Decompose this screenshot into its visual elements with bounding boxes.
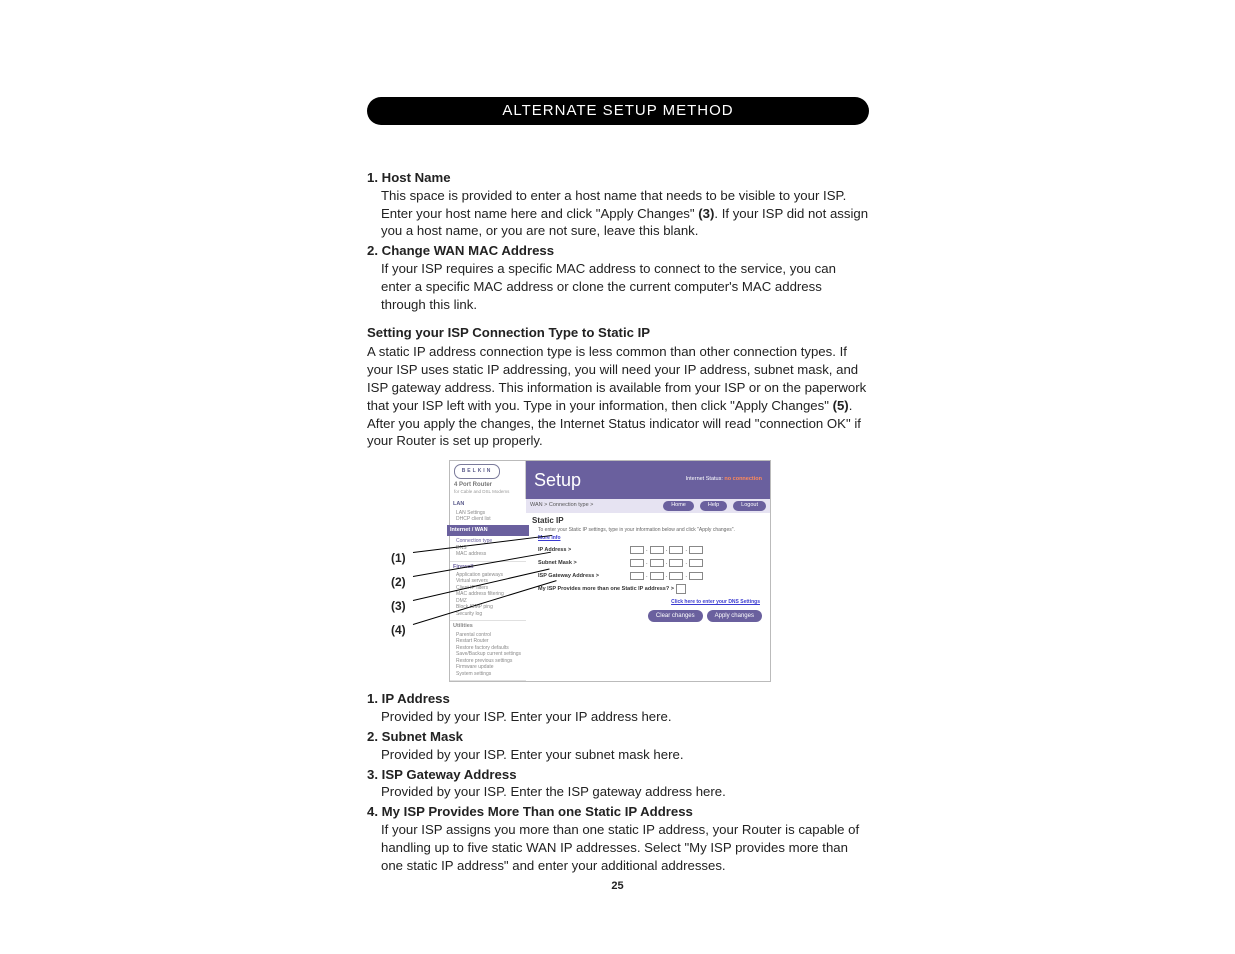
li1-title: Host Name bbox=[382, 170, 451, 185]
row-mask-inputs: . . . bbox=[630, 559, 703, 567]
router-more-info[interactable]: More Info bbox=[526, 535, 770, 542]
l2-2-num: 2. bbox=[367, 729, 378, 744]
pill-help[interactable]: Help bbox=[700, 501, 727, 510]
side-wan-2[interactable]: MAC address bbox=[456, 551, 526, 558]
router-product-sub: for Cable and DSL Modems bbox=[454, 489, 521, 495]
list2-item-4: 4. My ISP Provides More Than one Static … bbox=[367, 803, 869, 874]
list1-item-2: 2. Change WAN MAC Address If your ISP re… bbox=[367, 242, 869, 313]
mask-oct-1[interactable] bbox=[630, 559, 644, 567]
router-status: Internet Status: no connection bbox=[686, 476, 762, 483]
mask-oct-3[interactable] bbox=[669, 559, 683, 567]
router-banner-title: Setup bbox=[534, 468, 581, 492]
l2-2-title: Subnet Mask bbox=[382, 729, 463, 744]
pill-logout[interactable]: Logout bbox=[733, 501, 766, 510]
gw-oct-3[interactable] bbox=[669, 572, 683, 580]
callout-2: (2) bbox=[391, 570, 406, 594]
list2-item-1: 1. IP Address Provided by your ISP. Ente… bbox=[367, 690, 869, 726]
router-main-sub: To enter your Static IP settings, type i… bbox=[526, 527, 770, 535]
side-util-3[interactable]: Save/Backup current settings bbox=[456, 651, 523, 658]
router-main: WAN > Connection type > Home Help Logout… bbox=[526, 499, 770, 681]
l2-1-body: Provided by your ISP. Enter your IP addr… bbox=[381, 708, 869, 726]
l2-3-title: ISP Gateway Address bbox=[382, 767, 517, 782]
l2-1-num: 1. bbox=[367, 691, 378, 706]
l2-4-body: If your ISP assigns you more than one st… bbox=[381, 821, 869, 874]
side-lan-1[interactable]: DHCP client list bbox=[456, 516, 523, 523]
row-gw-label: ISP Gateway Address > bbox=[538, 573, 630, 580]
gw-oct-1[interactable] bbox=[630, 572, 644, 580]
l2-2-body: Provided by your ISP. Enter your subnet … bbox=[381, 746, 869, 764]
router-banner: Setup Internet Status: no connection bbox=[526, 461, 770, 499]
router-status-value: no connection bbox=[724, 476, 762, 482]
callout-3: (3) bbox=[391, 594, 406, 618]
side-util-h[interactable]: Utilities bbox=[453, 623, 473, 629]
router-breadcrumb: WAN > Connection type > bbox=[530, 502, 593, 509]
li1-num: 1. bbox=[367, 170, 378, 185]
li2-title: Change WAN MAC Address bbox=[382, 243, 554, 258]
router-status-label: Internet Status: bbox=[686, 476, 723, 482]
row-mask-label: Subnet Mask > bbox=[538, 560, 630, 567]
li2-num: 2. bbox=[367, 243, 378, 258]
row-gw-inputs: . . . bbox=[630, 572, 703, 580]
figure-callouts: (1) (2) (3) (4) bbox=[391, 546, 406, 642]
ip-oct-2[interactable] bbox=[650, 546, 664, 554]
list2-item-3: 3. ISP Gateway Address Provided by your … bbox=[367, 766, 869, 802]
row-multi-label: My ISP Provides more than one Static IP … bbox=[538, 586, 674, 593]
l2-3-num: 3. bbox=[367, 767, 378, 782]
l2-4-num: 4. bbox=[367, 804, 378, 819]
router-figure: (1) (2) (3) (4) BELKIN 4 Port Router for bbox=[449, 460, 769, 682]
section-para: A static IP address connection type is l… bbox=[367, 343, 869, 450]
section-heading: Setting your ISP Connection Type to Stat… bbox=[367, 324, 869, 342]
row-ip-label: IP Address > bbox=[538, 547, 630, 554]
belkin-logo: BELKIN bbox=[454, 464, 500, 479]
l2-1-title: IP Address bbox=[382, 691, 450, 706]
apply-changes-button[interactable]: Apply changes bbox=[707, 610, 762, 622]
pill-home[interactable]: Home bbox=[663, 501, 694, 510]
page-number: 25 bbox=[0, 880, 1235, 892]
row-ip-inputs: . . . bbox=[630, 546, 703, 554]
side-fw-6[interactable]: Security log bbox=[456, 611, 523, 618]
router-logo-cell: BELKIN 4 Port Router for Cable and DSL M… bbox=[450, 461, 526, 499]
section-ref: (5) bbox=[833, 398, 849, 413]
side-util-6[interactable]: System settings bbox=[456, 671, 523, 678]
gw-oct-2[interactable] bbox=[650, 572, 664, 580]
list1-item-1: 1. Host Name This space is provided to e… bbox=[367, 169, 869, 240]
l2-3-body: Provided by your ISP. Enter the ISP gate… bbox=[381, 783, 869, 801]
section-p-a: A static IP address connection type is l… bbox=[367, 344, 866, 412]
router-product-name: 4 Port Router bbox=[454, 481, 521, 489]
side-wan-h[interactable]: Internet / WAN bbox=[447, 525, 529, 536]
li2-body: If your ISP requires a specific MAC addr… bbox=[381, 260, 869, 313]
section-header: ALTERNATE SETUP METHOD bbox=[367, 97, 869, 125]
router-sidebar: LAN LAN Settings DHCP client list Intern… bbox=[450, 499, 526, 681]
mask-oct-2[interactable] bbox=[650, 559, 664, 567]
router-main-title: Static IP bbox=[526, 513, 770, 528]
list2-item-2: 2. Subnet Mask Provided by your ISP. Ent… bbox=[367, 728, 869, 764]
li1-ref: (3) bbox=[698, 206, 714, 221]
ip-oct-3[interactable] bbox=[669, 546, 683, 554]
gw-oct-4[interactable] bbox=[689, 572, 703, 580]
router-ui: BELKIN 4 Port Router for Cable and DSL M… bbox=[449, 460, 771, 682]
side-lan-h[interactable]: LAN bbox=[453, 501, 464, 507]
multi-ip-checkbox[interactable] bbox=[676, 584, 686, 594]
callout-4: (4) bbox=[391, 618, 406, 642]
l2-4-title: My ISP Provides More Than one Static IP … bbox=[382, 804, 693, 819]
ip-oct-4[interactable] bbox=[689, 546, 703, 554]
callout-1: (1) bbox=[391, 546, 406, 570]
ip-oct-1[interactable] bbox=[630, 546, 644, 554]
mask-oct-4[interactable] bbox=[689, 559, 703, 567]
clear-changes-button[interactable]: Clear changes bbox=[648, 610, 703, 622]
dns-link[interactable]: Click here to enter your DNS Settings bbox=[526, 598, 770, 608]
